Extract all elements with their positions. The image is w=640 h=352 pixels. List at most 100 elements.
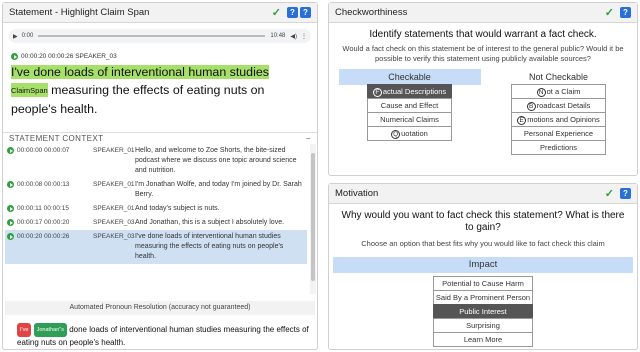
statement-rest-text: measuring the effects of eating nuts on … <box>11 83 265 116</box>
checkworthiness-title: Checkworthiness <box>335 7 408 18</box>
context-row[interactable]: 00:00:20 00:00:26 SPEAKER_03 I've done loa… <box>5 230 307 264</box>
checkworthiness-columns: Checkable Factual Descriptions Cause and … <box>335 69 633 155</box>
collapse-icon[interactable]: − <box>306 134 311 143</box>
context-row-times: 00:00:00 00:00:07 <box>17 146 93 176</box>
category-option[interactable]: Emotions and Opinions <box>511 112 606 127</box>
volume-icon[interactable]: ◀) <box>290 33 297 40</box>
category-option-label: Cause and Effect <box>380 101 439 110</box>
checkworthiness-question: Identify statements that would warrant a… <box>369 29 597 40</box>
category-option-label: roadcast Details <box>536 101 591 110</box>
statement-text[interactable]: I've done loads of interventional human … <box>11 63 309 118</box>
motivation-option[interactable]: Public Interest <box>433 304 533 319</box>
category-option-label: actual Descriptions <box>382 87 447 96</box>
motivation-question: Why would you want to fact check this st… <box>341 210 625 233</box>
shortcut-letter: N <box>536 88 546 97</box>
category-option-label: ot a Claim <box>546 87 581 96</box>
context-row[interactable]: 00:00:17 00:00:20 SPEAKER_03 And Jonathan,… <box>5 216 307 230</box>
context-row-times: 00:00:17 00:00:20 <box>17 218 93 228</box>
claim-span-text: I've done loads of interventional human … <box>11 65 269 79</box>
context-row-times: 00:00:08 00:00:13 <box>17 180 93 200</box>
statement-context-title: STATEMENT CONTEXT <box>9 134 104 143</box>
statement-context-header: STATEMENT CONTEXT − <box>3 132 317 144</box>
context-row-text: And Jonathan, this is a subject I absolu… <box>135 219 285 226</box>
context-row-end: 00:00:07 <box>44 147 70 154</box>
checkworthiness-subtext: Would a fact check on this statement be … <box>342 44 624 63</box>
help-button[interactable]: ? <box>287 7 298 18</box>
not-checkable-header[interactable]: Not Checkable <box>488 69 630 85</box>
help-button[interactable]: ? <box>620 188 631 199</box>
statement-meta: 00:00:20 00:00:26 SPEAKER_03 <box>11 53 317 60</box>
category-option-label: Predictions <box>539 143 578 152</box>
context-row-text: And today's subject is nuts. <box>135 205 220 212</box>
context-row-end: 00:00:15 <box>43 205 69 212</box>
motivation-option[interactable]: Potential to Cause Harm <box>433 276 533 291</box>
category-option[interactable]: Broadcast Details <box>511 98 606 113</box>
pronoun-resolution-label: Automated Pronoun Resolution (accuracy n… <box>5 301 315 315</box>
motivation-subtext: Choose an option that best fits why you … <box>361 239 605 248</box>
category-option[interactable]: Predictions <box>511 140 606 155</box>
context-row[interactable]: 00:00:11 00:00:15 SPEAKER_01 And today's s… <box>5 202 307 216</box>
check-icon: ✓ <box>604 188 614 200</box>
play-icon[interactable] <box>7 219 14 226</box>
play-icon[interactable]: ▶ <box>13 33 18 40</box>
statement-meta-text: 00:00:20 00:00:26 SPEAKER_03 <box>21 53 117 60</box>
audio-current-time: 0:00 <box>21 33 34 39</box>
claim-span-tag: ClaimSpan <box>11 86 48 95</box>
category-option[interactable]: Factual Descriptions <box>367 84 452 99</box>
category-option[interactable]: Personal Experience <box>511 126 606 141</box>
motivation-option[interactable]: Said By a Prominent Person <box>433 290 533 305</box>
motivation-option[interactable]: Learn More <box>433 332 533 347</box>
context-row-speaker: SPEAKER_03 <box>93 219 135 226</box>
context-row-times: 00:00:20 00:00:26 <box>17 232 93 262</box>
checkworthiness-panel: Checkworthiness ✓ ? Identify statements … <box>328 2 638 176</box>
play-icon[interactable] <box>7 205 14 212</box>
statement-panel: Statement - Highlight Claim Span ✓ ? ? ▶… <box>2 2 318 350</box>
context-row-speaker: SPEAKER_01 <box>93 147 135 154</box>
play-icon[interactable] <box>7 147 14 154</box>
statement-panel-header: Statement - Highlight Claim Span ✓ ? ? <box>3 3 317 23</box>
category-option-label: Numerical Claims <box>380 115 439 124</box>
context-row-text: I'm Jonathan Wolfe, and today I'm joined… <box>135 181 302 198</box>
help-button[interactable]: ? <box>620 7 631 18</box>
shortcut-letter: Q <box>391 130 401 139</box>
context-row-speaker: SPEAKER_01 <box>93 205 135 212</box>
context-row-start: 00:00:00 <box>17 147 43 154</box>
category-option-label: Personal Experience <box>523 129 594 138</box>
context-row[interactable]: 00:00:08 00:00:13 SPEAKER_01 I'm Jonathan … <box>5 178 307 202</box>
context-scroll-thumb[interactable] <box>311 153 315 281</box>
category-option-label: motions and Opinions <box>527 115 600 124</box>
context-row-start: 00:00:17 <box>17 219 43 226</box>
context-row-speaker: SPEAKER_01 <box>93 181 135 188</box>
checkable-header[interactable]: Checkable <box>338 69 481 85</box>
pronoun-badge: I've <box>17 323 32 337</box>
context-row-start: 00:00:08 <box>17 181 43 188</box>
context-row-start: 00:00:20 <box>17 233 43 240</box>
motivation-header: Motivation ✓ ? <box>329 184 637 204</box>
checkable-column: Checkable Factual Descriptions Cause and … <box>335 69 484 155</box>
audio-player[interactable]: ▶ 0:00 10:48 ◀) ⋮ <box>9 29 311 43</box>
context-row-end: 00:00:26 <box>44 233 70 240</box>
motivation-title: Motivation <box>335 188 379 199</box>
help-button-2[interactable]: ? <box>300 7 311 18</box>
shortcut-letter: F <box>372 88 382 97</box>
shortcut-letter: E <box>517 116 527 125</box>
resolved-statement: I've Jonathan"s done loads of interventi… <box>17 323 317 349</box>
category-option[interactable]: Numerical Claims <box>367 112 452 127</box>
play-icon[interactable] <box>7 181 14 188</box>
motivation-options: Potential to Cause Harm Said By a Promine… <box>329 276 637 347</box>
check-icon: ✓ <box>271 7 281 19</box>
category-option[interactable]: Cause and Effect <box>367 98 452 113</box>
play-icon[interactable] <box>7 233 14 240</box>
category-option[interactable]: Quotation <box>367 126 452 141</box>
play-statement-icon[interactable] <box>11 53 18 60</box>
checkworthiness-header: Checkworthiness ✓ ? <box>329 3 637 23</box>
category-option[interactable]: Not a Claim <box>511 84 606 99</box>
context-row-text: I've done loads of interventional human … <box>135 233 284 260</box>
check-icon: ✓ <box>604 7 614 19</box>
context-row-text: Hello, and welcome to Zoe Shorts, the bi… <box>135 147 297 174</box>
impact-header[interactable]: Impact <box>333 257 633 273</box>
audio-seek-bar[interactable] <box>38 35 266 37</box>
motivation-option[interactable]: Surprising <box>433 318 533 333</box>
context-row[interactable]: 00:00:00 00:00:07 SPEAKER_01 Hello, and we… <box>5 144 307 178</box>
more-options-icon[interactable]: ⋮ <box>301 33 307 40</box>
